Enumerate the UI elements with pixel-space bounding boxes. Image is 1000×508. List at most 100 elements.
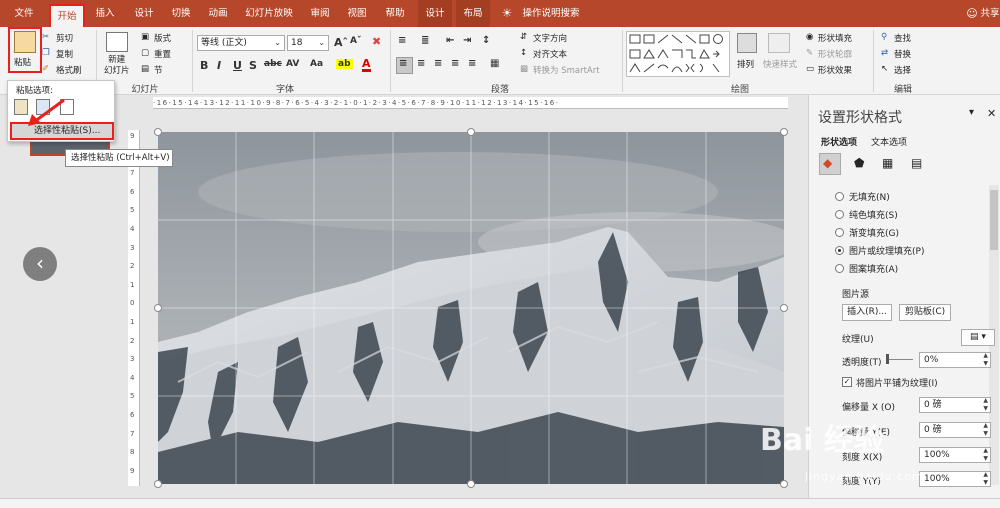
decrease-indent-icon[interactable]: ⇤ xyxy=(446,35,454,46)
pane-menu-icon[interactable]: ▾ xyxy=(969,107,974,118)
clipboard-button[interactable]: 剪贴板(C) xyxy=(899,304,951,321)
align-center-icon[interactable]: ≡ xyxy=(417,58,425,69)
resize-handle-bottom-left[interactable] xyxy=(154,480,162,488)
distributed-icon[interactable]: ≡ xyxy=(468,58,476,69)
resize-handle-top-left[interactable] xyxy=(154,128,162,136)
spinner-arrows-icon[interactable]: ▲ ▼ xyxy=(983,352,988,368)
resize-handle-top[interactable] xyxy=(467,128,475,136)
font-name-select[interactable]: 等线 (正文) ⌄ xyxy=(197,35,285,51)
share-button[interactable]: 共享 xyxy=(980,0,1000,27)
tab-file[interactable]: 文件 xyxy=(6,0,42,27)
bold-icon[interactable]: B xyxy=(200,59,208,72)
tile-checkbox[interactable]: ✓ xyxy=(842,377,852,387)
offset-x-input[interactable]: 0 磅 ▲ ▼ xyxy=(919,397,991,413)
no-fill-radio[interactable] xyxy=(835,192,844,201)
reset-button[interactable]: 重置 xyxy=(154,48,171,60)
picture-fill-radio[interactable] xyxy=(835,246,844,255)
convert-smartart-button[interactable]: 转换为 SmartArt xyxy=(533,64,600,76)
scale-y-input[interactable]: 100% ▲ ▼ xyxy=(919,471,991,487)
tab-shape-design[interactable]: 设计 xyxy=(418,0,452,27)
underline-icon[interactable]: U xyxy=(233,59,242,72)
size-properties-icon[interactable]: ▦ xyxy=(882,156,893,170)
gradient-fill-radio[interactable] xyxy=(835,228,844,237)
align-text-button[interactable]: 对齐文本 xyxy=(533,48,567,60)
font-color-icon[interactable]: A xyxy=(362,58,371,72)
transparency-input[interactable]: 0% ▲ ▼ xyxy=(919,352,991,368)
resize-handle-left[interactable] xyxy=(154,304,162,312)
justify-icon[interactable]: ≡ xyxy=(451,58,459,69)
highlight-icon[interactable]: ab xyxy=(336,59,353,69)
arrange-button[interactable]: 排列 xyxy=(737,58,754,70)
tab-shape-layout[interactable]: 布局 xyxy=(456,0,490,27)
quick-styles-button[interactable]: 快速样式 xyxy=(763,58,797,70)
scale-x-input[interactable]: 100% ▲ ▼ xyxy=(919,447,991,463)
shrink-font-icon[interactable]: Aˇ xyxy=(350,36,361,46)
tab-slideshow[interactable]: 幻灯片放映 xyxy=(240,0,298,27)
mountain-picture[interactable] xyxy=(158,132,784,484)
shape-fill-button[interactable]: 形状填充 xyxy=(818,32,852,44)
columns-icon[interactable]: ▦ xyxy=(490,58,499,69)
transparency-slider-thumb[interactable] xyxy=(886,354,889,364)
close-icon[interactable]: ✕ xyxy=(987,107,996,120)
vertical-ruler-tick: 4 xyxy=(130,373,135,382)
tab-help[interactable]: 帮助 xyxy=(378,0,412,27)
spinner-arrows-icon[interactable]: ▲ ▼ xyxy=(983,447,988,463)
resize-handle-bottom[interactable] xyxy=(467,480,475,488)
char-spacing-icon[interactable]: AV xyxy=(286,59,299,69)
chevron-down-icon: ⌄ xyxy=(274,38,281,47)
shadow-icon[interactable]: S xyxy=(249,59,257,72)
pentagon-icon[interactable]: ⬟ xyxy=(854,156,864,170)
format-painter-button[interactable]: 格式刷 xyxy=(56,64,82,76)
spinner-arrows-icon[interactable]: ▲ ▼ xyxy=(983,422,988,438)
tell-me-search[interactable]: 操作说明搜索 xyxy=(520,0,582,27)
solid-fill-radio[interactable] xyxy=(835,210,844,219)
line-spacing-icon[interactable]: ↕ xyxy=(482,35,490,46)
tab-review[interactable]: 审阅 xyxy=(303,0,337,27)
tab-insert[interactable]: 插入 xyxy=(88,0,122,27)
resize-handle-bottom-right[interactable] xyxy=(780,480,788,488)
shape-outline-button[interactable]: 形状轮廓 xyxy=(818,48,852,60)
grow-font-icon[interactable]: Aˆ xyxy=(334,36,348,49)
cut-button[interactable]: 剪切 xyxy=(56,32,73,44)
copy-button[interactable]: 复制 xyxy=(56,48,73,60)
italic-icon[interactable]: I xyxy=(217,59,221,72)
tab-home[interactable]: 开始 xyxy=(49,4,85,27)
transparency-slider[interactable] xyxy=(887,359,913,360)
spinner-arrows-icon[interactable]: ▲ ▼ xyxy=(983,471,988,487)
tab-view[interactable]: 视图 xyxy=(340,0,374,27)
picture-icon[interactable]: ▤ xyxy=(911,156,922,170)
tab-transitions[interactable]: 切换 xyxy=(164,0,198,27)
numbering-icon[interactable]: ≣ xyxy=(421,35,429,46)
tab-shape-options[interactable]: 形状选项 xyxy=(821,135,857,148)
shape-effects-button[interactable]: 形状效果 xyxy=(818,64,852,76)
resize-handle-right[interactable] xyxy=(780,304,788,312)
clear-format-icon[interactable]: ✖ xyxy=(372,35,381,48)
strikethrough-icon[interactable]: abc xyxy=(264,59,282,69)
shapes-gallery[interactable] xyxy=(626,31,730,77)
texture-picker[interactable]: ▤ ▾ xyxy=(961,329,995,346)
font-size-select[interactable]: 18 ⌄ xyxy=(287,35,329,51)
pattern-fill-radio[interactable] xyxy=(835,264,844,273)
find-button[interactable]: 查找 xyxy=(894,32,911,44)
change-case-icon[interactable]: Aa xyxy=(310,59,323,69)
align-right-icon[interactable]: ≡ xyxy=(434,58,442,69)
spinner-arrows-icon[interactable]: ▲ ▼ xyxy=(983,397,988,413)
new-slide-button[interactable]: 新建 幻灯片 xyxy=(104,55,130,77)
align-text-icon: ↕ xyxy=(520,48,528,58)
layout-button[interactable]: 版式 xyxy=(154,32,171,44)
tab-text-options[interactable]: 文本选项 xyxy=(871,135,907,148)
increase-indent-icon[interactable]: ⇥ xyxy=(463,35,471,46)
replace-button[interactable]: 替换 xyxy=(894,48,911,60)
bullets-icon[interactable]: ≡ xyxy=(398,35,406,46)
insert-picture-button[interactable]: 插入(R)... xyxy=(842,304,892,321)
section-button[interactable]: 节 xyxy=(154,64,163,76)
text-direction-button[interactable]: 文字方向 xyxy=(533,32,567,44)
previous-slide-button[interactable]: ‹ xyxy=(23,247,57,281)
tab-design[interactable]: 设计 xyxy=(127,0,161,27)
pane-scrollbar-thumb[interactable] xyxy=(990,190,998,250)
offset-y-input[interactable]: 0 磅 ▲ ▼ xyxy=(919,422,991,438)
cursor-icon: ↖ xyxy=(881,64,889,74)
tab-animations[interactable]: 动画 xyxy=(201,0,235,27)
resize-handle-top-right[interactable] xyxy=(780,128,788,136)
select-button[interactable]: 选择 xyxy=(894,64,911,76)
